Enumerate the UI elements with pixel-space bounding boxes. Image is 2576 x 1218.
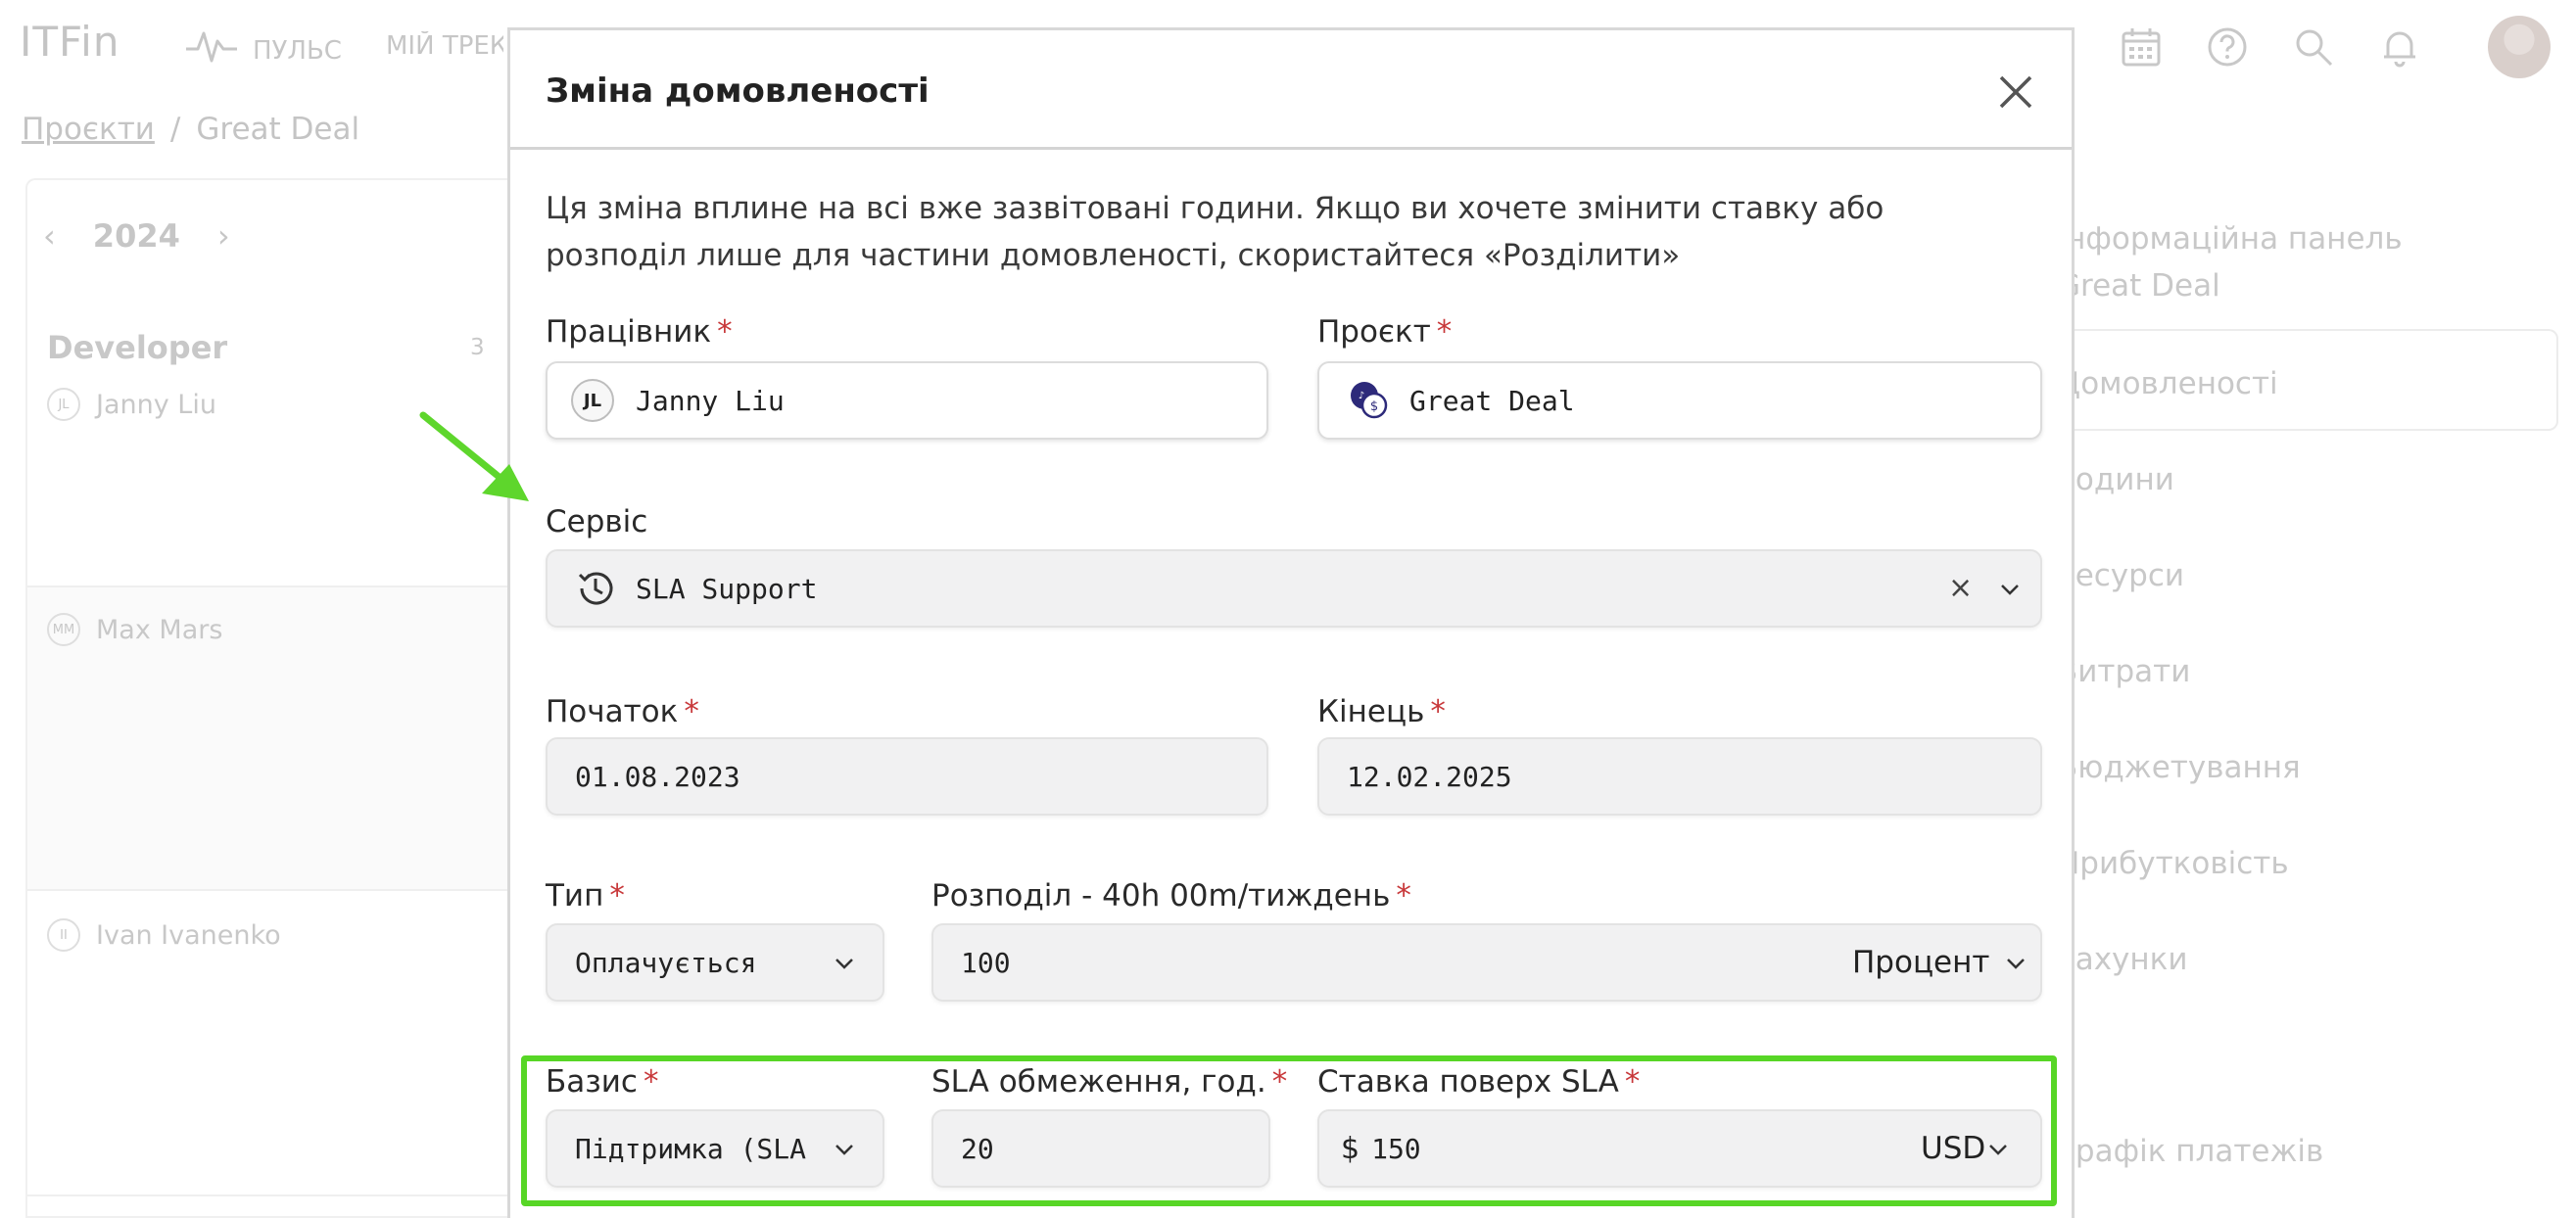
person-row[interactable]: II Ivan Ivanenko bbox=[47, 918, 281, 952]
allocation-value: 100 bbox=[961, 946, 1011, 979]
menu-item-payment-schedule[interactable]: Графік платежів bbox=[2057, 1134, 2323, 1169]
chevron-down-icon[interactable] bbox=[1997, 577, 2023, 602]
employee-label: Працівник * bbox=[546, 314, 733, 350]
project-value: Great Deal bbox=[1409, 384, 1575, 417]
service-select[interactable]: SLA Support × bbox=[546, 549, 2042, 628]
employee-value: Janny Liu bbox=[636, 384, 785, 417]
start-date-label: Початок * bbox=[546, 694, 699, 729]
menu-item-resources[interactable]: Ресурси bbox=[2057, 558, 2184, 593]
breadcrumb-current: Great Deal bbox=[196, 112, 360, 147]
breadcrumb: Проєкти / Great Deal bbox=[22, 112, 359, 147]
start-date-input[interactable]: 01.08.2023 bbox=[546, 737, 1268, 816]
end-date-label: Кінець * bbox=[1317, 694, 1446, 729]
change-notice: Ця зміна вплине на всі вже зазвітовані г… bbox=[546, 191, 1884, 273]
breadcrumb-projects-link[interactable]: Проєкти bbox=[22, 112, 155, 147]
chevron-down-icon[interactable] bbox=[2003, 951, 2028, 976]
menu-item-agreements[interactable]: Домовленості bbox=[2057, 366, 2278, 401]
nav-tracker[interactable]: МІЙ ТРЕКЕР bbox=[386, 31, 503, 61]
nav-pulse-label: ПУЛЬС bbox=[253, 35, 342, 66]
project-label: Проєкт * bbox=[1317, 314, 1453, 350]
project-icon: $ ♪ bbox=[1347, 378, 1392, 423]
sla-fields-highlight bbox=[521, 1055, 2057, 1206]
svg-text:$: $ bbox=[1370, 399, 1378, 414]
person-name: Ivan Ivanenko bbox=[96, 919, 281, 951]
close-icon bbox=[1999, 75, 2032, 109]
clear-icon[interactable]: × bbox=[1948, 571, 1973, 605]
role-count: 3 bbox=[470, 335, 485, 360]
modal-title: Зміна домовленості bbox=[546, 71, 930, 111]
person-row[interactable]: JL Janny Liu bbox=[47, 388, 216, 421]
role-title: Developer bbox=[47, 329, 228, 366]
menu-item-profitability[interactable]: Прибутковість bbox=[2057, 846, 2289, 881]
service-label: Сервіс bbox=[546, 504, 648, 539]
bell-icon[interactable] bbox=[2378, 25, 2421, 69]
menu-item-dashboard[interactable]: Інформаційна панель bbox=[2057, 221, 2403, 257]
type-label: Тип * bbox=[546, 878, 625, 914]
close-button[interactable] bbox=[1991, 68, 2040, 117]
menu-item-invoices[interactable]: Рахунки bbox=[2057, 942, 2188, 977]
employee-select[interactable]: JL Janny Liu bbox=[546, 361, 1268, 440]
menu-item-budgeting[interactable]: Бюджетування bbox=[2057, 750, 2301, 785]
year-label: 2024 bbox=[92, 217, 180, 255]
menu-item-project-name: Great Deal bbox=[2057, 268, 2220, 304]
type-value: Оплачується bbox=[575, 946, 757, 979]
person-name: Janny Liu bbox=[96, 389, 216, 420]
employee-initials-badge: JL bbox=[571, 379, 614, 422]
breadcrumb-separator: / bbox=[169, 112, 181, 147]
search-icon[interactable] bbox=[2292, 25, 2335, 69]
green-arrow-annotation bbox=[419, 411, 529, 501]
allocation-label: Розподіл - 40h 00m/тиждень * bbox=[931, 878, 1411, 914]
menu-item-expenses[interactable]: Витрати bbox=[2057, 654, 2190, 689]
row-divider bbox=[27, 1195, 535, 1196]
end-date-value: 12.02.2025 bbox=[1347, 760, 1512, 793]
help-icon[interactable] bbox=[2206, 25, 2249, 69]
project-select[interactable]: $ ♪ Great Deal bbox=[1317, 361, 2042, 440]
chevron-left-icon[interactable]: ‹ bbox=[43, 217, 56, 255]
person-initials: MM bbox=[47, 613, 80, 646]
pulse-icon bbox=[184, 27, 239, 73]
chevron-down-icon bbox=[832, 951, 857, 976]
row-divider bbox=[27, 889, 535, 891]
modal-header: Зміна домовленості bbox=[510, 30, 2072, 150]
person-initials: II bbox=[47, 918, 80, 952]
year-navigator: ‹ 2024 › bbox=[43, 217, 230, 255]
history-clock-icon bbox=[573, 566, 618, 611]
edit-agreement-modal: Зміна домовленості Ця зміна вплине на вс… bbox=[507, 27, 2075, 1218]
allocation-input[interactable]: 100 Процент bbox=[931, 923, 2042, 1002]
service-value: SLA Support bbox=[636, 572, 818, 605]
chevron-right-icon[interactable]: › bbox=[217, 217, 230, 255]
person-row[interactable]: MM Max Mars bbox=[47, 613, 222, 646]
allocation-unit-select[interactable]: Процент bbox=[1852, 945, 1989, 980]
start-date-value: 01.08.2023 bbox=[575, 760, 740, 793]
svg-text:♪: ♪ bbox=[1359, 391, 1364, 401]
person-name: Max Mars bbox=[96, 614, 223, 645]
nav-pulse[interactable]: ПУЛЬС bbox=[184, 27, 342, 73]
end-date-input[interactable]: 12.02.2025 bbox=[1317, 737, 2042, 816]
user-avatar[interactable] bbox=[2488, 16, 2551, 78]
person-initials: JL bbox=[47, 388, 80, 421]
app-logo: ITFin bbox=[20, 18, 120, 66]
calendar-icon[interactable] bbox=[2120, 25, 2163, 69]
type-select[interactable]: Оплачується bbox=[546, 923, 884, 1002]
